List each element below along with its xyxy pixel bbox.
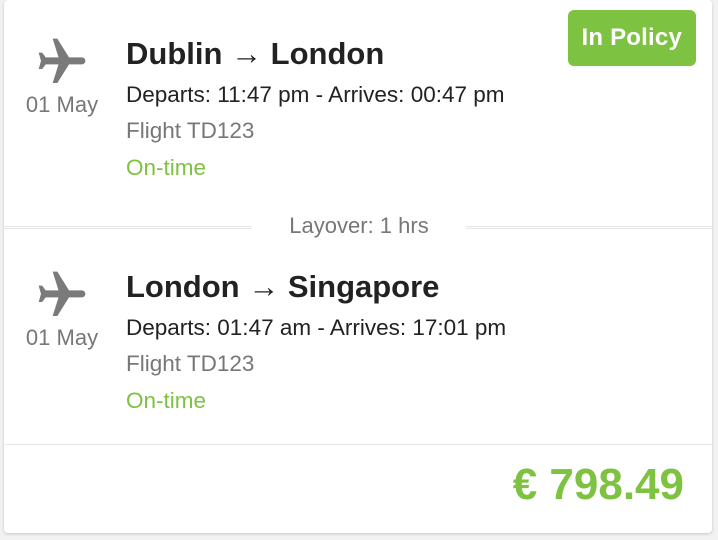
flight-number: Flight TD123 [126, 351, 255, 376]
flight-route: London → Singapore [126, 269, 440, 304]
flight-segment: 01 May London → Singapore Departs: 01:47… [4, 228, 712, 445]
flight-number: Flight TD123 [126, 118, 255, 143]
flight-date: 01 May [25, 92, 99, 117]
airplane-icon [38, 38, 86, 83]
segment-date-column: 01 May [4, 267, 120, 351]
airplane-icon [38, 271, 86, 316]
layover-line-right [466, 226, 712, 227]
flight-times: Departs: 01:47 am - Arrives: 17:01 pm [126, 315, 507, 340]
layover-divider: Layover: 1 hrs [4, 210, 712, 242]
segment-date-column: 01 May [4, 34, 120, 118]
flight-date: 01 May [25, 325, 99, 350]
segment-info: Dublin → London Departs: 11:47 pm - Arri… [126, 34, 505, 183]
layover-line-left [4, 226, 252, 227]
flight-status: On-time [126, 388, 207, 413]
layover-label: Layover: 1 hrs [252, 210, 466, 242]
total-price: € 798.49 [512, 460, 684, 509]
flight-itinerary-card[interactable]: In Policy 01 May Dublin → London Departs… [4, 0, 712, 533]
flight-status: On-time [126, 155, 207, 180]
flight-route: Dublin → London [126, 36, 385, 71]
segment-info: London → Singapore Departs: 01:47 am - A… [126, 267, 506, 416]
flight-times: Departs: 11:47 pm - Arrives: 00:47 pm [126, 82, 505, 107]
price-row: € 798.49 [4, 444, 712, 533]
flight-segment: 01 May Dublin → London Departs: 11:47 pm… [4, 0, 712, 228]
